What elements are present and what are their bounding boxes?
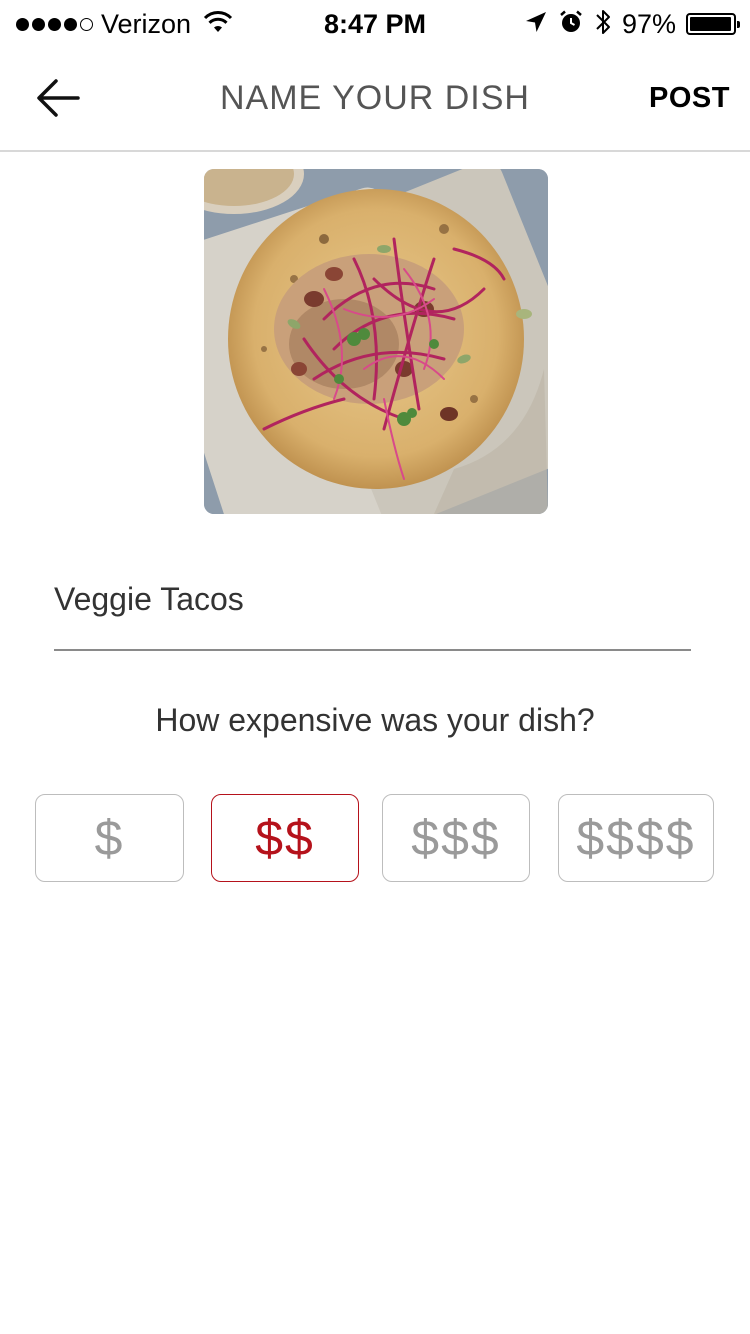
battery-fill — [690, 17, 731, 31]
location-arrow-icon — [524, 10, 548, 39]
nav-bar: NAME YOUR DISH POST — [0, 48, 750, 152]
dish-name-input[interactable] — [54, 565, 691, 618]
price-question: How expensive was your dish? — [155, 702, 595, 738]
post-button[interactable]: POST — [649, 82, 730, 115]
price-options: $ $$ $$$ $$$$ — [0, 794, 750, 886]
page-title: NAME YOUR DISH — [220, 79, 530, 117]
dish-name-field — [54, 565, 691, 651]
status-bar: Verizon 8:47 PM 97% — [0, 0, 750, 48]
bluetooth-icon — [594, 7, 612, 42]
price-option-1[interactable]: $ — [35, 794, 184, 882]
alarm-clock-icon — [558, 9, 584, 40]
battery-icon — [686, 13, 740, 35]
price-option-4[interactable]: $$$$ — [558, 794, 714, 882]
price-option-2[interactable]: $$ — [211, 794, 359, 882]
battery-percent: 97% — [621, 8, 676, 39]
taco-image — [204, 169, 548, 514]
price-option-3[interactable]: $$$ — [382, 794, 530, 882]
dish-photo[interactable] — [204, 169, 548, 514]
status-bar-right: 97% — [524, 6, 740, 42]
